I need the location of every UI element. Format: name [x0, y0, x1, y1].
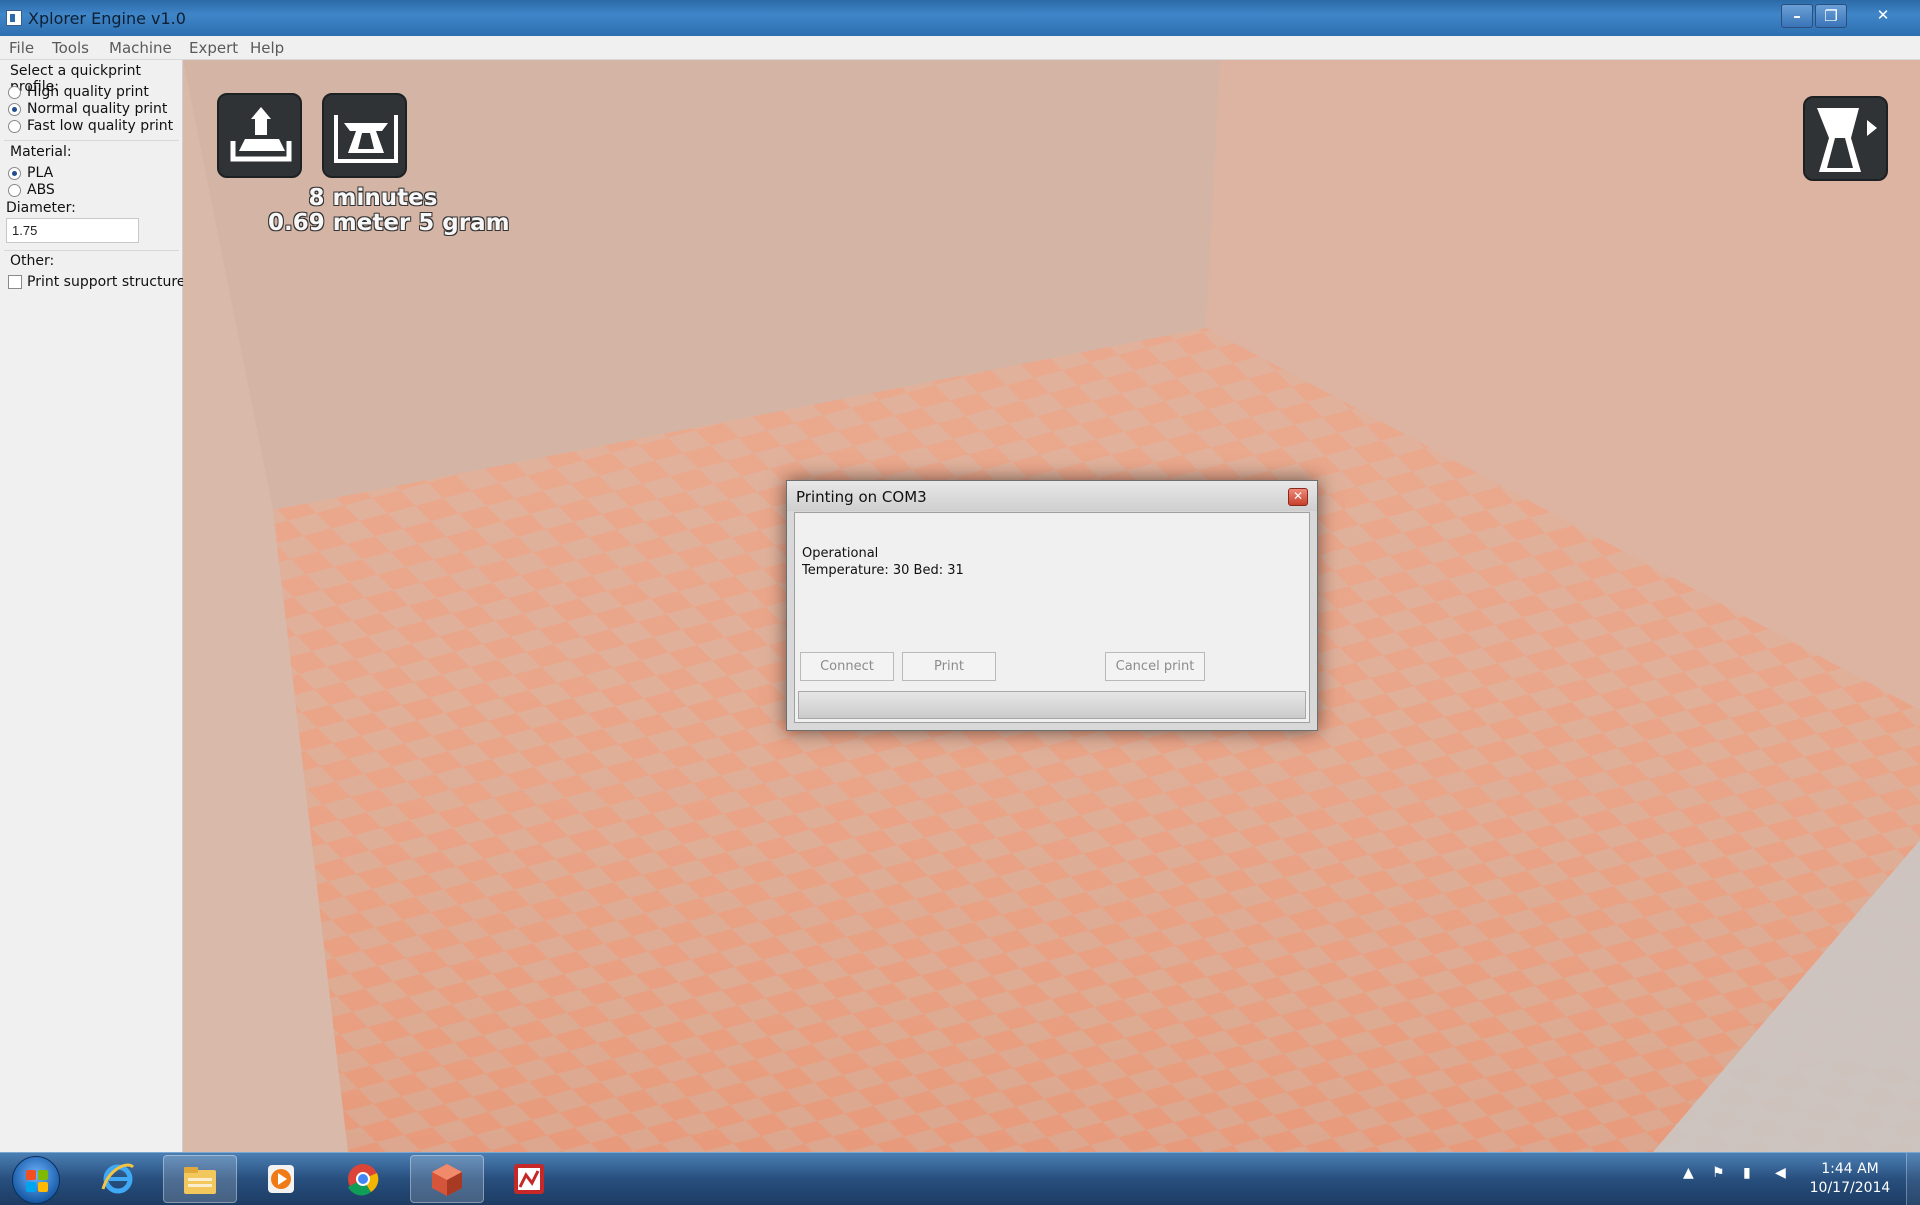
start-button[interactable] [12, 1156, 60, 1204]
menu-expert[interactable]: Expert [189, 39, 238, 57]
printing-dialog: Printing on COM3 ✕ Operational Temperatu… [786, 480, 1318, 731]
dialog-close-button[interactable]: ✕ [1288, 488, 1308, 506]
show-desktop-button[interactable] [1906, 1153, 1920, 1205]
taskbar-chrome[interactable] [327, 1155, 401, 1203]
radio-label: Normal quality print [27, 101, 168, 117]
volume-icon[interactable]: ◀ [1775, 1165, 1786, 1181]
dialog-body: Operational Temperature: 30 Bed: 31 Conn… [794, 512, 1310, 723]
minimize-icon: – [1793, 7, 1801, 25]
cancel-print-button[interactable]: Cancel print [1105, 652, 1205, 681]
xplorer-engine-icon [432, 1164, 462, 1196]
status-text: Operational [802, 546, 879, 561]
action-center-flag-icon[interactable]: ⚑ [1712, 1165, 1725, 1181]
print-button[interactable] [322, 93, 407, 178]
view-mode-button[interactable] [1803, 96, 1888, 181]
checkbox-label: Print support structure [27, 274, 186, 290]
print-icon [334, 115, 398, 163]
radio-label: PLA [27, 165, 54, 181]
divider [4, 140, 179, 141]
system-clock[interactable]: 1:44 AM 10/17/2014 [1800, 1160, 1900, 1198]
restore-icon: ❐ [1824, 7, 1838, 25]
close-icon: ✕ [1292, 489, 1304, 503]
menu-tools[interactable]: Tools [52, 39, 89, 57]
load-model-button[interactable] [217, 93, 302, 178]
close-icon: ✕ [1876, 6, 1890, 24]
maximize-button[interactable]: ❐ [1815, 4, 1847, 28]
windows-logo-icon [26, 1170, 48, 1192]
taskbar-file-explorer[interactable] [163, 1155, 237, 1203]
title-bar: Xplorer Engine v1.0 – ❐ ✕ [0, 0, 1920, 36]
taskbar-internet-explorer[interactable] [82, 1155, 156, 1203]
radio-label: High quality print [27, 84, 149, 100]
radio-label: Fast low quality print [27, 118, 174, 134]
clock-time: 1:44 AM [1821, 1161, 1879, 1177]
clock-date: 10/17/2014 [1809, 1180, 1891, 1196]
chrome-icon [348, 1164, 379, 1196]
media-player-icon [268, 1165, 294, 1193]
dialog-title: Printing on COM3 [796, 488, 927, 506]
diameter-input[interactable] [6, 218, 139, 243]
file-explorer-icon [184, 1167, 216, 1194]
show-hidden-icons-icon[interactable]: ▲ [1683, 1165, 1694, 1181]
settings-panel: Select a quickprint profile: High qualit… [0, 60, 186, 1152]
close-button[interactable]: ✕ [1856, 4, 1910, 28]
diameter-label: Diameter: [6, 200, 76, 216]
checkbox-box [8, 275, 22, 289]
print-progress-bar [798, 691, 1306, 719]
view-mode-icon [1817, 108, 1877, 172]
app-window-icon[interactable] [6, 10, 22, 26]
menu-machine[interactable]: Machine [109, 39, 172, 57]
taskbar-app[interactable] [493, 1155, 567, 1203]
taskbar-media-player[interactable] [245, 1155, 319, 1203]
taskbar-xplorer-engine[interactable] [410, 1155, 484, 1203]
window-title: Xplorer Engine v1.0 [28, 9, 186, 28]
radio-circle [8, 103, 21, 116]
dialog-title-bar[interactable]: Printing on COM3 ✕ [787, 481, 1317, 511]
internet-explorer-icon [101, 1163, 135, 1194]
menu-help[interactable]: Help [250, 39, 284, 57]
connect-button[interactable]: Connect [800, 652, 894, 681]
radio-circle [8, 86, 21, 99]
radio-label: ABS [27, 182, 55, 198]
load-model-icon [230, 107, 292, 162]
temperature-text: Temperature: 30 Bed: 31 [802, 563, 964, 578]
print-estimate: 8 minutes 0.69 meter 5 gram [268, 185, 510, 236]
estimate-time: 8 minutes [308, 185, 438, 211]
minimize-button[interactable]: – [1781, 4, 1813, 28]
network-signal-icon[interactable]: ▮ [1743, 1165, 1751, 1181]
radio-circle [8, 184, 21, 197]
radio-circle [8, 167, 21, 180]
radio-circle [8, 120, 21, 133]
taskbar: ▲ ⚑ ▮ ◀ 1:44 AM 10/17/2014 [0, 1152, 1920, 1205]
estimate-material: 0.69 meter 5 gram [268, 210, 510, 236]
menu-file[interactable]: File [9, 39, 34, 57]
material-heading: Material: [10, 144, 72, 160]
print-job-button[interactable]: Print [902, 652, 996, 681]
app-icon [514, 1164, 544, 1194]
other-heading: Other: [10, 253, 55, 269]
divider [4, 250, 179, 251]
menu-bar: File Tools Machine Expert Help [0, 36, 1920, 60]
printer-status: Operational Temperature: 30 Bed: 31 [802, 545, 964, 579]
